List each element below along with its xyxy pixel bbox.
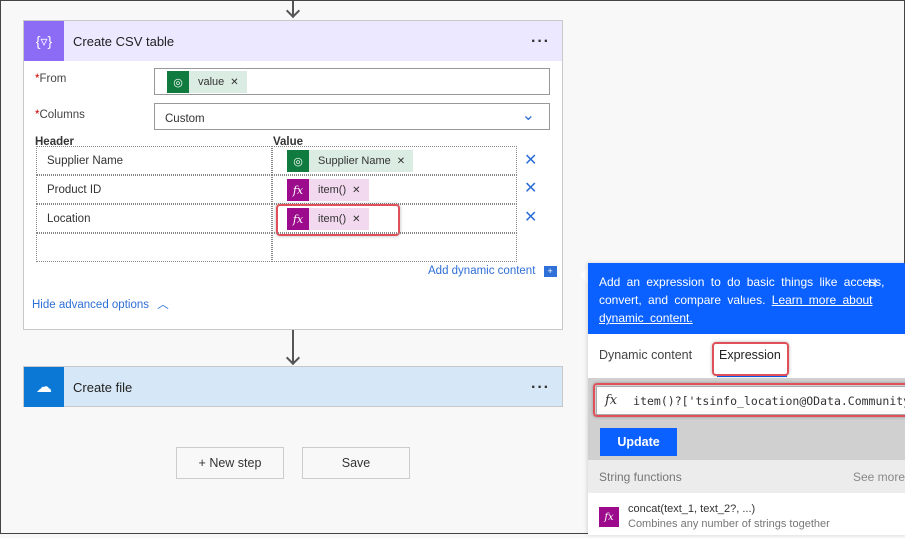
header-cell[interactable]: Product ID — [36, 175, 272, 204]
value-token[interactable]: ◎ value ✕ — [167, 71, 247, 93]
columns-dropdown[interactable]: Custom ⌄ — [154, 103, 550, 130]
side-letter: H — [868, 276, 877, 290]
token-label: Supplier Name — [318, 155, 391, 167]
function-description: Combines any number of strings together — [628, 518, 830, 530]
delete-row-icon[interactable]: ✕ — [524, 150, 537, 170]
onedrive-cloud-icon: ☁ — [24, 367, 64, 407]
panel-info-banner: Add an expression to do basic things lik… — [588, 263, 905, 334]
dynamic-content-panel: Add an expression to do basic things lik… — [588, 263, 905, 535]
more-options-button[interactable]: ··· — [531, 379, 550, 397]
new-step-button[interactable]: + New step — [176, 447, 284, 479]
function-name: concat(text_1, text_2?, ...) — [628, 503, 756, 515]
from-label: *From — [35, 73, 67, 85]
tab-dynamic-content[interactable]: Dynamic content — [599, 348, 692, 362]
card-title: Create file — [73, 379, 133, 395]
create-csv-table-card: {▿} Create CSV table ··· *From ◎ value ✕ … — [23, 20, 563, 330]
value-cell[interactable] — [272, 233, 517, 262]
delete-row-icon[interactable]: ✕ — [524, 178, 537, 198]
header-cell[interactable]: Supplier Name — [36, 146, 272, 175]
card-header[interactable]: ☁ Create file ··· — [24, 367, 562, 407]
see-more-link[interactable]: See more — [853, 470, 905, 484]
arrow-head — [285, 3, 301, 19]
arrow-head — [285, 350, 301, 366]
expression-editor: fx item()?['tsinfo_location@OData.Commun… — [588, 378, 905, 460]
add-dynamic-content-link[interactable]: Add dynamic content + — [428, 265, 557, 277]
section-title: String functions — [599, 470, 682, 484]
function-item-concat[interactable]: fx concat(text_1, text_2?, ...) Combines… — [588, 493, 905, 538]
create-file-card[interactable]: ☁ Create file ··· — [23, 366, 563, 407]
token-label: value — [198, 76, 225, 88]
expression-token[interactable]: fx item() ✕ — [287, 179, 369, 201]
columns-label: *Columns — [35, 109, 85, 121]
remove-token-icon[interactable]: ✕ — [230, 77, 238, 88]
add-icon: + — [543, 266, 557, 277]
update-button[interactable]: Update — [600, 428, 677, 456]
from-input[interactable]: ◎ value ✕ — [154, 68, 550, 95]
data-operation-icon: {▿} — [24, 21, 64, 61]
highlight-box — [712, 342, 789, 376]
highlight-box — [593, 383, 905, 417]
highlight-box — [276, 204, 400, 236]
token-label: item() — [318, 184, 347, 196]
save-button[interactable]: Save — [302, 447, 410, 479]
card-header[interactable]: {▿} Create CSV table ··· — [24, 21, 562, 61]
delete-row-icon[interactable]: ✕ — [524, 207, 537, 227]
chevron-up-icon: ︿ — [157, 299, 169, 311]
dataverse-icon: ◎ — [287, 150, 309, 172]
panel-tabs: Dynamic content Expression — [588, 334, 905, 378]
card-title: Create CSV table — [73, 33, 175, 49]
dataverse-icon: ◎ — [167, 71, 189, 93]
header-cell[interactable]: Location — [36, 204, 272, 233]
chevron-down-icon: ⌄ — [521, 107, 535, 124]
hide-advanced-options-link[interactable]: Hide advanced options ︿ — [32, 296, 169, 312]
value-cell[interactable]: fx item() ✕ — [272, 175, 517, 204]
value-cell[interactable]: ◎ Supplier Name ✕ — [272, 146, 517, 175]
string-functions-header: String functions See more — [588, 460, 905, 493]
supplier-name-token[interactable]: ◎ Supplier Name ✕ — [287, 150, 414, 172]
more-options-button[interactable]: ··· — [531, 33, 550, 51]
remove-token-icon[interactable]: ✕ — [397, 156, 405, 167]
fx-icon: fx — [287, 179, 309, 201]
remove-token-icon[interactable]: ✕ — [352, 185, 360, 196]
fx-icon: fx — [599, 507, 619, 527]
header-cell[interactable] — [36, 233, 272, 262]
columns-value: Custom — [165, 113, 205, 125]
